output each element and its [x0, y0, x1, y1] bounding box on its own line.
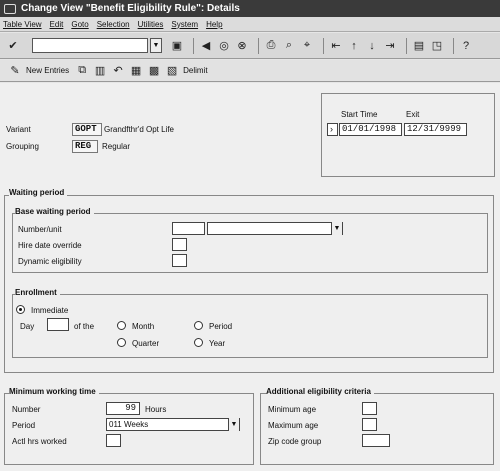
min-working-title: Minimum working time: [9, 387, 99, 396]
select-row-icon[interactable]: ›: [327, 123, 338, 136]
exit-icon[interactable]: ◎: [217, 39, 231, 53]
new-session-icon[interactable]: ▤: [412, 39, 426, 53]
toolbar-separator: [193, 37, 194, 54]
find-next-icon[interactable]: ⌖: [300, 39, 314, 53]
first-page-icon[interactable]: ⇤: [329, 39, 343, 53]
menu-edit[interactable]: Edit: [50, 20, 64, 29]
details-screen: Variant GOPT Grandfthr'd Opt Life Groupi…: [0, 83, 500, 471]
back-icon[interactable]: ◀: [199, 39, 213, 53]
immediate-label: Immediate: [31, 306, 69, 315]
month-radio[interactable]: [117, 321, 126, 330]
actl-hrs-worked-label: Actl hrs worked: [12, 437, 67, 446]
enrollment-title: Enrollment: [15, 288, 60, 297]
maximum-age-field[interactable]: [362, 418, 377, 431]
minimum-age-field[interactable]: [362, 402, 377, 415]
new-entries-button[interactable]: New Entries: [26, 66, 69, 75]
additional-criteria-title: Additional eligibility criteria: [266, 387, 374, 396]
waiting-unit-dropdown-icon[interactable]: ▼: [331, 222, 342, 235]
last-page-icon[interactable]: ⇥: [383, 39, 397, 53]
app-icon: [4, 3, 16, 14]
period-select[interactable]: 011 Weeks: [106, 418, 240, 431]
dynamic-eligibility-field[interactable]: [172, 254, 187, 267]
immediate-radio[interactable]: [16, 305, 25, 314]
hours-label: Hours: [145, 405, 167, 414]
of-the-label: of the: [74, 322, 95, 331]
variant-label: Variant: [6, 125, 31, 134]
number-unit-label: Number/unit: [18, 225, 62, 234]
command-dropdown-icon[interactable]: ▼: [150, 38, 162, 53]
end-date-field[interactable]: 12/31/9999: [404, 123, 467, 136]
previous-page-icon[interactable]: ↑: [347, 39, 361, 53]
minimum-age-label: Minimum age: [268, 405, 317, 414]
day-field[interactable]: [47, 318, 69, 331]
zip-code-group-label: Zip code group: [268, 437, 322, 446]
start-time-label: Start Time: [341, 110, 378, 119]
find-icon[interactable]: ⌕: [282, 39, 296, 53]
quarter-label: Quarter: [132, 339, 160, 348]
grouping-field: REG: [72, 140, 98, 153]
menu-goto[interactable]: Goto: [71, 20, 88, 29]
number-label: Number: [12, 405, 41, 414]
save-icon[interactable]: ▣: [170, 39, 184, 53]
toolbar-separator: [323, 37, 324, 54]
command-field[interactable]: [32, 38, 148, 53]
menu-utilities[interactable]: Utilities: [138, 20, 164, 29]
base-waiting-title: Base waiting period: [15, 207, 94, 216]
menu-selection[interactable]: Selection: [97, 20, 130, 29]
menu-table-view[interactable]: Table View: [3, 20, 42, 29]
title-bar: Change View "Benefit Eligibility Rule": …: [0, 0, 500, 17]
quarter-radio[interactable]: [117, 338, 126, 347]
waiting-period-title: Waiting period: [9, 188, 68, 197]
waiting-unit-select[interactable]: [207, 222, 343, 235]
day-label: Day: [20, 322, 35, 331]
actl-hrs-worked-field[interactable]: [106, 434, 121, 447]
menu-bar: Table View Edit Goto Selection Utilities…: [0, 17, 500, 32]
change-display-icon[interactable]: ✎: [8, 64, 22, 78]
delete-icon[interactable]: ▥: [93, 64, 107, 78]
enter-icon[interactable]: ✔: [6, 39, 20, 53]
period-label: Period: [12, 421, 36, 430]
month-label: Month: [132, 322, 155, 331]
print-icon[interactable]: ⎙: [264, 39, 278, 53]
shortcut-icon[interactable]: ◳: [430, 39, 444, 53]
hire-date-override-label: Hire date override: [18, 241, 82, 250]
application-toolbar: ✎ New Entries ⧉ ▥ ↶ ▦ ▩ ▧ Delimit: [0, 60, 500, 82]
menu-help[interactable]: Help: [206, 20, 222, 29]
standard-toolbar: ✔ ▼ ▣ ◀ ◎ ⊗ ⎙ ⌕ ⌖ ⇤ ↑ ↓ ⇥ ▤ ◳ ?: [0, 33, 500, 59]
copy-icon[interactable]: ⧉: [75, 64, 89, 78]
select-all-icon[interactable]: ▦: [129, 64, 143, 78]
undo-icon[interactable]: ↶: [111, 64, 125, 78]
period-dropdown-icon[interactable]: ▼: [228, 418, 239, 431]
start-date-field[interactable]: 01/01/1998: [339, 123, 402, 136]
hire-date-override-field[interactable]: [172, 238, 187, 251]
grouping-label: Grouping: [6, 142, 39, 151]
window-title: Change View "Benefit Eligibility Rule": …: [21, 3, 240, 14]
period-radio-label: Period: [209, 322, 233, 331]
waiting-number-field[interactable]: [172, 222, 205, 235]
variant-text: Grandfthr'd Opt Life: [104, 125, 175, 134]
dynamic-eligibility-label: Dynamic eligibility: [18, 257, 82, 266]
year-radio[interactable]: [194, 338, 203, 347]
menu-system[interactable]: System: [171, 20, 198, 29]
toolbar-separator: [406, 37, 407, 54]
toolbar-separator: [453, 37, 454, 54]
help-icon[interactable]: ?: [459, 39, 473, 53]
deselect-icon[interactable]: ▧: [165, 64, 179, 78]
min-working-number-field[interactable]: 99: [106, 402, 140, 415]
variant-field: GOPT: [72, 123, 102, 136]
select-block-icon[interactable]: ▩: [147, 64, 161, 78]
exit-label: Exit: [406, 110, 420, 119]
zip-code-group-field[interactable]: [362, 434, 390, 447]
delimit-button[interactable]: Delimit: [183, 66, 207, 75]
grouping-text: Regular: [102, 142, 131, 151]
cancel-icon[interactable]: ⊗: [235, 39, 249, 53]
maximum-age-label: Maximum age: [268, 421, 319, 430]
next-page-icon[interactable]: ↓: [365, 39, 379, 53]
period-radio[interactable]: [194, 321, 203, 330]
year-label: Year: [209, 339, 226, 348]
toolbar-separator: [258, 37, 259, 54]
